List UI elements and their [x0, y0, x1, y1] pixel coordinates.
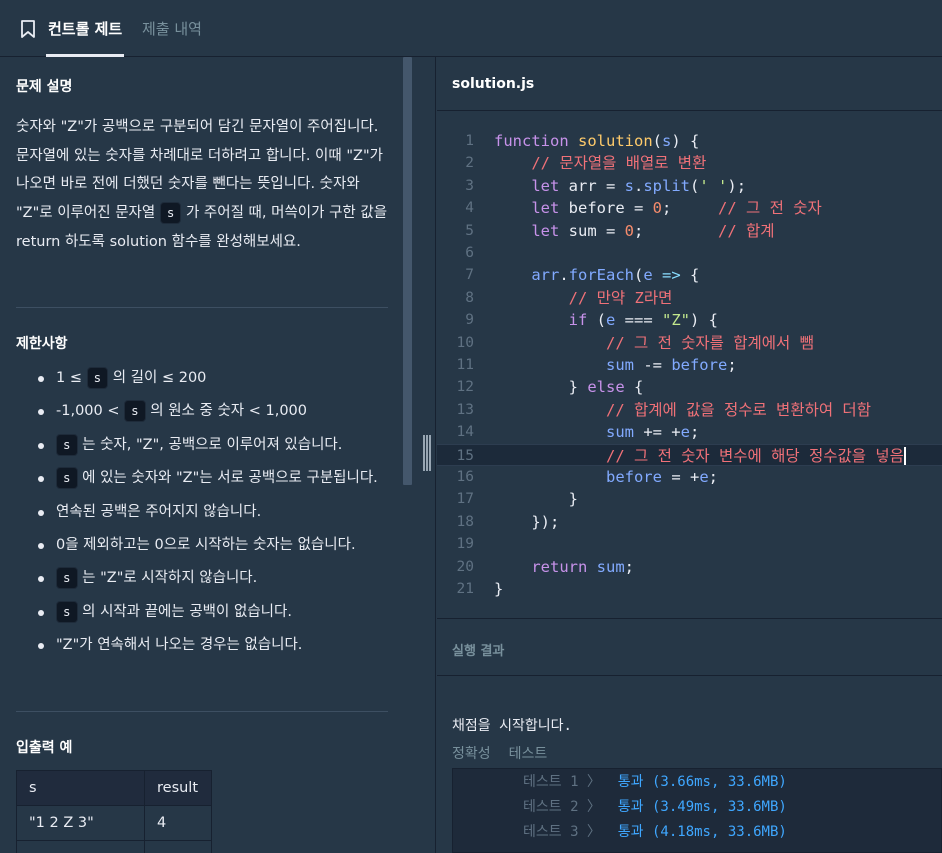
constraint-item: 0을 제외하고는 0으로 시작하는 숫자는 없습니다. [36, 533, 386, 558]
constraint-item: s 의 시작과 끝에는 공백이 없습니다. [36, 600, 386, 625]
editor-filename: solution.js [452, 76, 535, 92]
editor-panel: solution.js 1 function solution(s) { 2 //… [437, 57, 942, 853]
bookmark-icon[interactable] [20, 20, 36, 38]
column-accuracy: 정확성 [452, 746, 491, 762]
test-result-row: 테스트 2 〉 통과 (3.49ms, 33.6MB) [523, 799, 787, 815]
code-line: 2 // 문자열을 배열로 변환 [465, 154, 707, 173]
constraint-item: 연속된 공백은 주어지지 않습니다. [36, 500, 386, 525]
tab-control-z[interactable]: 컨트롤 제트 [45, 18, 125, 57]
constraint-item: "Z"가 연속해서 나오는 경우는 없습니다. [36, 633, 386, 658]
code-line: 5 let sum = 0; // 합계 [465, 221, 775, 240]
divider [16, 711, 388, 712]
problem-description: 숫자와 "Z"가 공백으로 구분되어 담긴 문자열이 주어집니다. 문자열에 있… [16, 113, 392, 257]
table-row: "1 2 Z 3" 4 [16, 805, 212, 841]
code-chip-s: s [159, 202, 182, 225]
resize-handle-icon[interactable] [421, 434, 433, 472]
test-result-row: 테스트 1 〉 통과 (3.66ms, 33.6MB) [523, 774, 787, 790]
code-chip-s: s [56, 600, 78, 623]
code-line: 9 if (e === "Z") { [465, 311, 719, 330]
code-line: 7 arr.forEach(e => { [465, 266, 700, 285]
table-cell: 4 [144, 805, 212, 841]
code-line: 17 } [456, 490, 578, 509]
constraint-item: s 에 있는 숫자와 "Z"는 서로 공백으로 구분됩니다. [36, 466, 386, 491]
code-line: 3 let arr = s.split(' '); [465, 176, 747, 195]
io-example-table: s result "1 2 Z 3" 4 [16, 770, 212, 853]
test-results-box: 테스트 1 〉 통과 (3.66ms, 33.6MB) 테스트 2 〉 통과 (… [452, 768, 942, 853]
result-output: 채점을 시작합니다. 정확성 테스트 테스트 1 〉 통과 (3.66ms, 33… [437, 677, 942, 853]
code-line: 1 function solution(s) { [465, 132, 700, 150]
column-test: 테스트 [508, 746, 548, 762]
table-header-s: s [16, 770, 145, 806]
code-line: 20 return sum; [456, 557, 635, 576]
code-chip-s: s [86, 367, 109, 389]
table-header-result: result [144, 770, 212, 806]
constraint-item: s 는 "Z"로 시작하지 않습니다. [36, 566, 386, 591]
problem-scrollbar[interactable] [403, 57, 412, 485]
table-row [16, 840, 212, 853]
result-columns: 정확성 테스트 [452, 743, 565, 763]
result-header: 실행 결과 [437, 618, 942, 676]
problem-panel: 문제 설명 숫자와 "Z"가 공백으로 구분되어 담긴 문자열이 주어집니다. … [0, 57, 436, 853]
code-line: 11 sum -= before; [456, 356, 737, 374]
code-chip-s: s [56, 433, 78, 456]
code-line: 13 // 합계에 값을 정수로 변환하여 더함 [456, 400, 871, 419]
code-line: 12 } else { [456, 378, 644, 397]
table-header-row: s result [16, 770, 212, 806]
code-line: 21} [456, 580, 504, 598]
code-editor[interactable]: 1 function solution(s) { 2 // 문자열을 배열로 변환… [437, 112, 942, 618]
constraint-item: s 는 숫자, "Z", 공백으로 이루어져 있습니다. [36, 433, 386, 458]
code-line: 14 sum += +e; [456, 423, 700, 442]
code-chip-s: s [56, 467, 78, 490]
code-line: 4 let before = 0; // 그 전 숫자 [465, 199, 822, 218]
constraint-item: -1,000 < s 의 원소 중 숫자 < 1,000 [36, 399, 386, 424]
code-line: 18 }); [456, 512, 560, 531]
code-line: 19 [456, 536, 474, 553]
text-cursor [903, 447, 906, 466]
code-line-active: 15 // 그 전 숫자 변수에 해당 정수값을 넣음 [437, 443, 942, 466]
table-cell [144, 840, 212, 853]
grading-start-message: 채점을 시작합니다. [452, 718, 572, 734]
divider [16, 307, 388, 308]
code-line: 10 // 그 전 숫자를 합계에서 뺌 [456, 333, 814, 352]
test-result-row: 테스트 3 〉 통과 (4.18ms, 33.6MB) [523, 824, 787, 840]
code-chip-s: s [56, 567, 78, 590]
code-line: 6 [465, 245, 474, 261]
constraint-item: 1 ≤ s 의 길이 ≤ 200 [36, 366, 386, 391]
problem-title: 문제 설명 [16, 79, 73, 95]
code-chip-s: s [124, 400, 146, 423]
top-header: 컨트롤 제트 제출 내역 [0, 0, 942, 57]
constraints-list: 1 ≤ s 의 길이 ≤ 200 -1,000 < s 의 원소 중 숫자 < … [36, 366, 386, 667]
io-example-title: 입출력 예 [16, 740, 73, 756]
table-cell: "1 2 Z 3" [16, 805, 145, 841]
code-line: 16 before = +e; [456, 468, 718, 486]
tab-submission-history[interactable]: 제출 내역 [142, 18, 202, 57]
editor-header: solution.js [437, 57, 942, 111]
result-title: 실행 결과 [452, 644, 505, 659]
code-line: 8 // 만약 Z라면 [465, 288, 673, 307]
constraints-title: 제한사항 [16, 336, 68, 352]
table-cell [16, 840, 145, 853]
